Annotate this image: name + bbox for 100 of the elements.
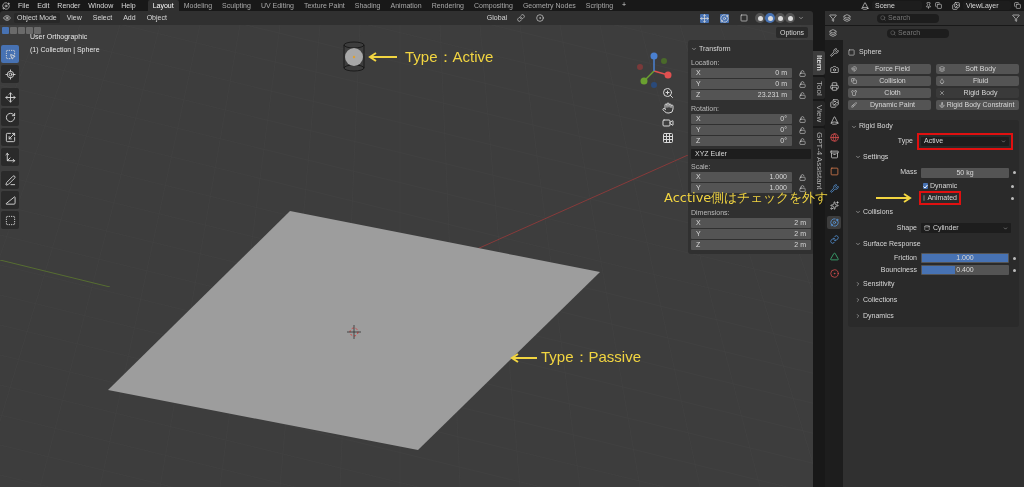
search-icon [880,15,886,21]
sidebar-tab[interactable]: View [813,101,826,127]
droplet-icon [939,78,945,84]
shading-button[interactable] [755,13,766,23]
properties-tab[interactable] [827,216,841,229]
lock-icon[interactable] [799,115,806,123]
camera-icon [829,65,839,74]
tool-button[interactable] [1,148,19,166]
select-box-icon [4,48,16,60]
caret-icon [1001,138,1006,144]
lock-icon[interactable] [799,173,806,181]
annotation-text: Type：Passive [541,348,642,366]
copy-icon[interactable] [1014,2,1021,9]
add-cube-icon [4,214,16,226]
box-icon [829,150,839,159]
properties-tab[interactable] [827,131,841,144]
cursor-icon [4,68,16,80]
tool-button[interactable] [1,211,19,229]
sparkles-icon [829,201,839,210]
lock-icon[interactable] [799,80,806,88]
object-icon [848,48,855,56]
arrow-icon [510,353,538,363]
camera-icon[interactable] [662,117,674,129]
properties-tab[interactable] [827,46,841,59]
sidebar-tab[interactable]: Item [813,51,826,75]
cursor-3d-icon [347,325,361,339]
chevron-down-icon[interactable] [851,123,857,130]
hand-icon[interactable] [662,102,674,114]
lock-icon[interactable] [799,137,806,145]
shading-button[interactable] [785,13,796,23]
chevron-down-icon[interactable] [855,241,861,247]
overlay-toggle-icon[interactable] [720,13,730,23]
properties-tab[interactable] [827,233,841,246]
printer-icon [829,82,839,91]
tool-button[interactable] [1,88,19,106]
sphere-icon [829,269,839,278]
triangle-icon [829,252,839,261]
caret-icon [1003,225,1008,231]
lock-icon[interactable] [799,69,806,77]
properties-tab[interactable] [827,63,841,76]
display-mode-icon[interactable] [829,14,837,22]
view-layer-icon[interactable] [952,1,960,10]
annotation-text: Type：Active [405,48,494,66]
annotate-icon [4,174,16,186]
properties-tab[interactable] [827,148,841,161]
properties-tab[interactable] [827,267,841,280]
navigation-gizmo-icon[interactable] [634,51,674,91]
gizmo-toggle-icon[interactable] [700,13,710,23]
copy-icon[interactable] [935,2,942,9]
properties-tab[interactable] [827,199,841,212]
properties-tab[interactable] [827,250,841,263]
chevron-down-icon[interactable] [691,46,697,52]
chevron-down-icon[interactable] [855,209,861,215]
tool-button[interactable] [1,65,19,83]
chevron-down-icon[interactable] [855,154,861,160]
close-icon [939,90,945,96]
sphere-drawing [342,41,366,73]
globe-icon [829,133,839,142]
caret-icon[interactable] [798,15,805,21]
layers-icon[interactable] [843,14,851,22]
lock-icon[interactable] [799,126,806,134]
lock-icon[interactable] [799,91,806,99]
wrench-icon [829,184,839,193]
proportional-icon[interactable] [536,14,545,22]
scene-icon[interactable] [861,1,869,10]
scale-icon [4,131,16,143]
properties-tab[interactable] [827,80,841,93]
cone-icon [829,116,839,125]
rotate-icon [4,111,16,123]
arrow-icon [876,193,912,203]
lock-icon[interactable] [799,184,806,192]
copy-icon [851,78,857,84]
checkbox[interactable] [923,183,928,189]
pin-icon[interactable] [925,2,932,9]
filter-icon[interactable] [1012,14,1020,22]
properties-tab[interactable] [827,97,841,110]
app-logo-icon[interactable] [2,1,10,10]
magnet-icon [851,66,857,72]
images-icon [829,99,839,108]
xray-icon[interactable] [740,14,749,22]
properties-tab[interactable] [827,182,841,195]
zoom-icon[interactable] [662,87,674,99]
snap-icon[interactable] [517,14,526,22]
grid-icon[interactable] [662,132,674,144]
transform-icon [4,151,16,163]
chevron-right-icon[interactable] [855,281,861,287]
tool-button[interactable] [1,128,19,146]
properties-tab[interactable] [827,165,841,178]
tool-button[interactable] [1,108,19,126]
editor-type-icon[interactable] [3,14,11,22]
sidebar-tab[interactable]: Tool [813,76,826,100]
shading-button[interactable] [775,13,786,23]
tool-button[interactable] [1,171,19,189]
checkbox[interactable] [923,195,926,201]
chevron-right-icon[interactable] [855,297,861,303]
shading-button[interactable] [765,13,776,23]
editor-type-icon[interactable] [829,29,837,37]
chevron-right-icon[interactable] [855,313,861,319]
anchor-icon [939,102,945,108]
tool-button[interactable] [1,191,19,209]
